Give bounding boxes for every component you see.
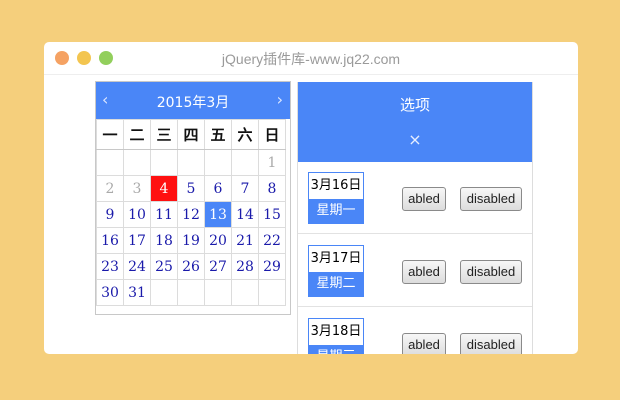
- abled-button[interactable]: abled: [402, 187, 446, 211]
- date-box: 3月16日星期一: [308, 172, 364, 224]
- weekday-header: 三: [150, 119, 178, 150]
- day-cell[interactable]: 7: [231, 175, 259, 202]
- disabled-button[interactable]: disabled: [460, 260, 522, 284]
- close-icon[interactable]: ×: [298, 130, 532, 149]
- day-cell[interactable]: 9: [96, 201, 124, 228]
- day-cell[interactable]: 20: [204, 227, 232, 254]
- empty-day-cell: [150, 149, 178, 176]
- window-titlebar: jQuery插件库-www.jq22.com: [44, 42, 578, 75]
- empty-day-cell: [177, 279, 205, 306]
- day-cell[interactable]: 8: [258, 175, 286, 202]
- date-label: 3月18日: [310, 324, 362, 339]
- options-panel-title: 选项: [399, 96, 430, 114]
- day-cell[interactable]: 17: [123, 227, 151, 254]
- empty-day-cell: [96, 149, 124, 176]
- option-row: 3月16日星期一 abled disabled: [298, 162, 532, 234]
- date-box: 3月18日星期三: [308, 318, 364, 354]
- day-cell[interactable]: 25: [150, 253, 178, 280]
- day-cell[interactable]: 27: [204, 253, 232, 280]
- day-cell[interactable]: 11: [150, 201, 178, 228]
- weekday-header: 五: [204, 119, 232, 150]
- day-cell[interactable]: 12: [177, 201, 205, 228]
- date-label: 3月17日: [310, 251, 362, 266]
- abled-button[interactable]: abled: [402, 260, 446, 284]
- day-cell[interactable]: 24: [123, 253, 151, 280]
- today-day-cell[interactable]: 4: [150, 175, 178, 202]
- weekday-header: 四: [177, 119, 205, 150]
- disabled-button[interactable]: disabled: [460, 187, 522, 211]
- empty-day-cell: [258, 279, 286, 306]
- day-cell[interactable]: 3: [123, 175, 151, 202]
- empty-day-cell: [150, 279, 178, 306]
- selected-day-cell[interactable]: 13: [204, 201, 232, 228]
- day-cell[interactable]: 30: [96, 279, 124, 306]
- day-cell[interactable]: 10: [123, 201, 151, 228]
- day-cell[interactable]: 16: [96, 227, 124, 254]
- calendar: ‹ 2015年3月 › 一二三四五六日 1 2 3 4 5 6 7 8 9 10 11 12 13 14 15…: [95, 81, 291, 315]
- option-row: 3月18日星期三 abled disabled: [298, 308, 532, 354]
- disabled-button[interactable]: disabled: [460, 333, 522, 354]
- weekday-header: 六: [231, 119, 259, 150]
- weekday-header: 日: [258, 119, 286, 150]
- weekday-label: 星期一: [309, 199, 363, 223]
- day-cell[interactable]: 28: [231, 253, 259, 280]
- day-cell[interactable]: 2: [96, 175, 124, 202]
- day-cell[interactable]: 21: [231, 227, 259, 254]
- calendar-header: ‹ 2015年3月 ›: [96, 82, 290, 119]
- day-cell[interactable]: 14: [231, 201, 259, 228]
- day-cell[interactable]: 5: [177, 175, 205, 202]
- calendar-month-title: 2015年3月: [156, 95, 230, 111]
- next-month-icon[interactable]: ›: [277, 90, 283, 109]
- empty-day-cell: [177, 149, 205, 176]
- empty-day-cell: [204, 149, 232, 176]
- date-label: 3月16日: [310, 178, 362, 193]
- day-cell[interactable]: 22: [258, 227, 286, 254]
- options-panel: 选项 × 3月16日 星期一 abled disabled 3月17日 星期二 abled d…: [297, 82, 533, 354]
- day-cell[interactable]: 15: [258, 201, 286, 228]
- day-cell[interactable]: 6: [204, 175, 232, 202]
- day-cell[interactable]: 23: [96, 253, 124, 280]
- day-cell[interactable]: 31: [123, 279, 151, 306]
- weekday-header: 二: [123, 119, 151, 150]
- options-panel-header: 选项 ×: [298, 82, 532, 162]
- day-cell[interactable]: 26: [177, 253, 205, 280]
- day-cell[interactable]: 1: [258, 149, 286, 176]
- day-cell[interactable]: 19: [177, 227, 205, 254]
- browser-window: jQuery插件库-www.jq22.com ‹ 2015年3月 › 一二三四五…: [44, 42, 578, 354]
- day-cell[interactable]: 29: [258, 253, 286, 280]
- empty-day-cell: [231, 279, 259, 306]
- option-row: 3月17日星期二 abled disabled: [298, 235, 532, 307]
- calendar-grid: 一二三四五六日 1 2 3 4 5 6 7 8 9 10 11 12 13 14 15 16 17 18 19 20 21…: [96, 119, 286, 306]
- abled-button[interactable]: abled: [402, 333, 446, 354]
- window-title: jQuery插件库-www.jq22.com: [221, 51, 401, 67]
- empty-day-cell: [204, 279, 232, 306]
- day-cell[interactable]: 18: [150, 227, 178, 254]
- empty-day-cell: [231, 149, 259, 176]
- empty-day-cell: [123, 149, 151, 176]
- date-box: 3月17日星期二: [308, 245, 364, 297]
- weekday-label: 星期三: [309, 345, 363, 354]
- weekday-header: 一: [96, 119, 124, 150]
- weekday-label: 星期二: [309, 272, 363, 296]
